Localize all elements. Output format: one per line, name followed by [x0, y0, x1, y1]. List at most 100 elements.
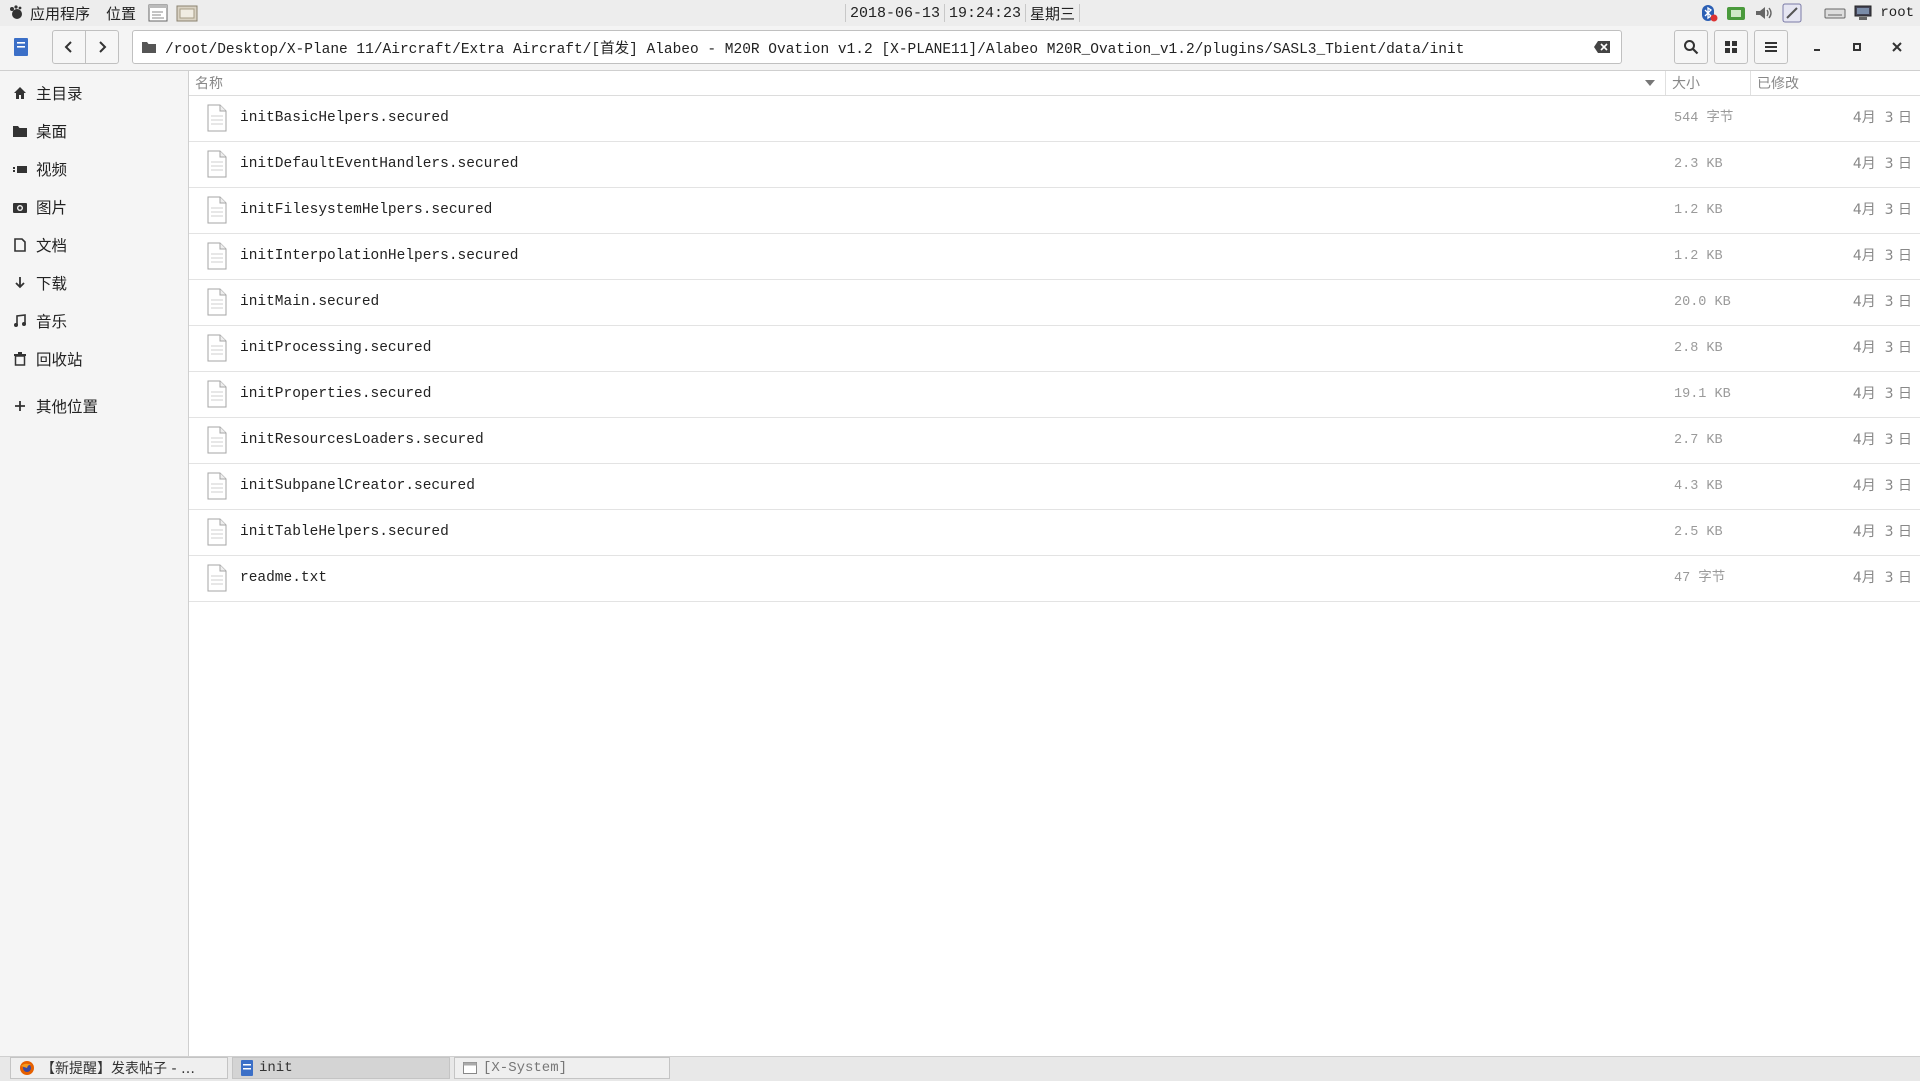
file-modified: 4月 3 日 [1852, 110, 1912, 126]
close-button[interactable] [1880, 30, 1914, 64]
settings-tool-icon[interactable] [1782, 3, 1802, 23]
window-icon [463, 1062, 477, 1074]
video-icon [13, 161, 27, 177]
file-row[interactable]: initResourcesLoaders.secured 2.7 KB 4月 3 日 [189, 418, 1920, 464]
file-list: 名称 大小 已修改 initBasicHelpers.secured 544 字节… [189, 71, 1920, 1056]
back-button[interactable] [52, 30, 86, 64]
bluetooth-icon[interactable] [1700, 4, 1718, 22]
file-name: initMain.secured [240, 294, 380, 310]
sidebar-item-downloads[interactable]: 下载 [0, 265, 188, 301]
file-row[interactable]: initDefaultEventHandlers.secured 2.3 KB 4月… [189, 142, 1920, 188]
folder-icon [142, 42, 156, 53]
sidebar-item-label: 桌面 [36, 123, 68, 141]
chevron-left-icon [64, 41, 72, 53]
file-name: initDefaultEventHandlers.secured [240, 156, 519, 172]
file-modified: 4月 3 日 [1852, 340, 1912, 356]
menu-button[interactable] [1754, 30, 1788, 64]
location-bar[interactable]: /root/Desktop/X-Plane 11/Aircraft/Extra … [132, 30, 1622, 64]
document-icon [13, 237, 27, 253]
file-modified: 4月 3 日 [1852, 432, 1912, 448]
file-row[interactable]: initBasicHelpers.secured 544 字节 4月 3 日 [189, 96, 1920, 142]
files-app-icon [14, 38, 28, 56]
sidebar-item-label: 主目录 [36, 85, 83, 103]
file-modified: 4月 3 日 [1852, 478, 1912, 494]
task-firefox[interactable]: 【新提醒】发表帖子 - … [10, 1057, 228, 1079]
text-file-icon [207, 104, 227, 132]
text-file-icon [207, 518, 227, 546]
file-row[interactable]: initProcessing.secured 2.8 KB 4月 3 日 [189, 326, 1920, 372]
text-file-icon [207, 150, 227, 178]
volume-icon[interactable] [1754, 4, 1774, 22]
text-file-icon [207, 196, 227, 224]
clock-time: 19:24:23 [949, 4, 1022, 22]
file-modified: 4月 3 日 [1852, 294, 1912, 310]
download-icon [13, 275, 27, 291]
gnome-foot-icon [10, 5, 22, 19]
firefox-icon [20, 1061, 34, 1075]
sidebar-item-home[interactable]: 主目录 [0, 75, 188, 111]
sidebar-item-label: 音乐 [36, 313, 68, 331]
file-row[interactable]: initFilesystemHelpers.secured 1.2 KB 4月 3 … [189, 188, 1920, 234]
grid-icon [1725, 41, 1737, 53]
minimize-button[interactable] [1800, 30, 1834, 64]
sidebar-item-label: 图片 [36, 199, 68, 217]
sidebar-item-other-locations[interactable]: 其他位置 [0, 388, 188, 424]
sidebar-item-videos[interactable]: 视频 [0, 151, 188, 187]
search-button[interactable] [1674, 30, 1708, 64]
places-menu[interactable]: 位置 [98, 0, 144, 26]
maximize-button[interactable] [1840, 30, 1874, 64]
grid-view-button[interactable] [1714, 30, 1748, 64]
apps-menu[interactable]: 应用程序 [0, 0, 98, 26]
task-label: 【新提醒】发表帖子 - … [41, 1061, 195, 1077]
sidebar-item-desktop[interactable]: 桌面 [0, 113, 188, 149]
column-header-modified[interactable]: 已修改 [1751, 71, 1920, 95]
taskbar: 【新提醒】发表帖子 - … init [X-System] [0, 1056, 1920, 1081]
sidebar-item-documents[interactable]: 文档 [0, 227, 188, 263]
column-header-size[interactable]: 大小 [1666, 71, 1751, 95]
folder-icon [13, 123, 27, 139]
clear-path-icon[interactable] [1593, 40, 1611, 54]
clock[interactable]: 2018-06-13 19:24:23 星期三 [845, 0, 1081, 26]
keyboard-icon[interactable] [1824, 6, 1846, 20]
network-icon[interactable] [1726, 4, 1746, 22]
file-modified: 4月 3 日 [1852, 156, 1912, 172]
location-path[interactable]: /root/Desktop/X-Plane 11/Aircraft/Extra … [165, 37, 1464, 58]
file-row[interactable]: initMain.secured 20.0 KB 4月 3 日 [189, 280, 1920, 326]
sidebar-item-label: 下载 [36, 275, 68, 293]
file-size: 544 字节 [1674, 111, 1734, 126]
file-modified: 4月 3 日 [1852, 202, 1912, 218]
sidebar-toggle-button[interactable] [6, 30, 36, 64]
top-panel: 应用程序 位置 2018-06-13 19:24:23 星期三 root [0, 0, 1920, 27]
places-menu-label: 位置 [106, 4, 137, 23]
launcher-files[interactable] [172, 0, 202, 26]
sidebar-item-music[interactable]: 音乐 [0, 303, 188, 339]
sidebar-item-label: 文档 [36, 237, 68, 255]
file-row[interactable]: initTableHelpers.secured 2.5 KB 4月 3 日 [189, 510, 1920, 556]
file-name: initFilesystemHelpers.secured [240, 202, 493, 218]
home-icon [13, 85, 27, 101]
text-file-icon [207, 564, 227, 592]
file-row[interactable]: readme.txt 47 字节 4月 3 日 [189, 556, 1920, 602]
user-menu[interactable]: root [1880, 5, 1914, 21]
file-name: readme.txt [240, 570, 328, 586]
sidebar-item-pictures[interactable]: 图片 [0, 189, 188, 225]
file-row[interactable]: initProperties.secured 19.1 KB 4月 3 日 [189, 372, 1920, 418]
file-manager-icon [176, 5, 198, 22]
forward-button[interactable] [85, 30, 119, 64]
column-header-name[interactable]: 名称 [189, 71, 1666, 95]
files-icon [241, 1060, 253, 1076]
file-size: 2.7 KB [1674, 433, 1723, 448]
sidebar-item-label: 回收站 [36, 351, 83, 369]
file-modified: 4月 3 日 [1852, 524, 1912, 540]
task-files[interactable]: init [232, 1057, 450, 1079]
file-row[interactable]: initSubpanelCreator.secured 4.3 KB 4月 3 日 [189, 464, 1920, 510]
camera-icon [13, 199, 27, 215]
file-name: initProcessing.secured [240, 340, 432, 356]
text-file-icon [207, 472, 227, 500]
file-row[interactable]: initInterpolationHelpers.secured 1.2 KB 4月… [189, 234, 1920, 280]
launcher-editor[interactable] [144, 0, 172, 26]
task-x-system[interactable]: [X-System] [454, 1057, 670, 1079]
file-name: initSubpanelCreator.secured [240, 478, 475, 494]
sidebar-item-trash[interactable]: 回收站 [0, 341, 188, 377]
task-label: [X-System] [483, 1060, 568, 1076]
